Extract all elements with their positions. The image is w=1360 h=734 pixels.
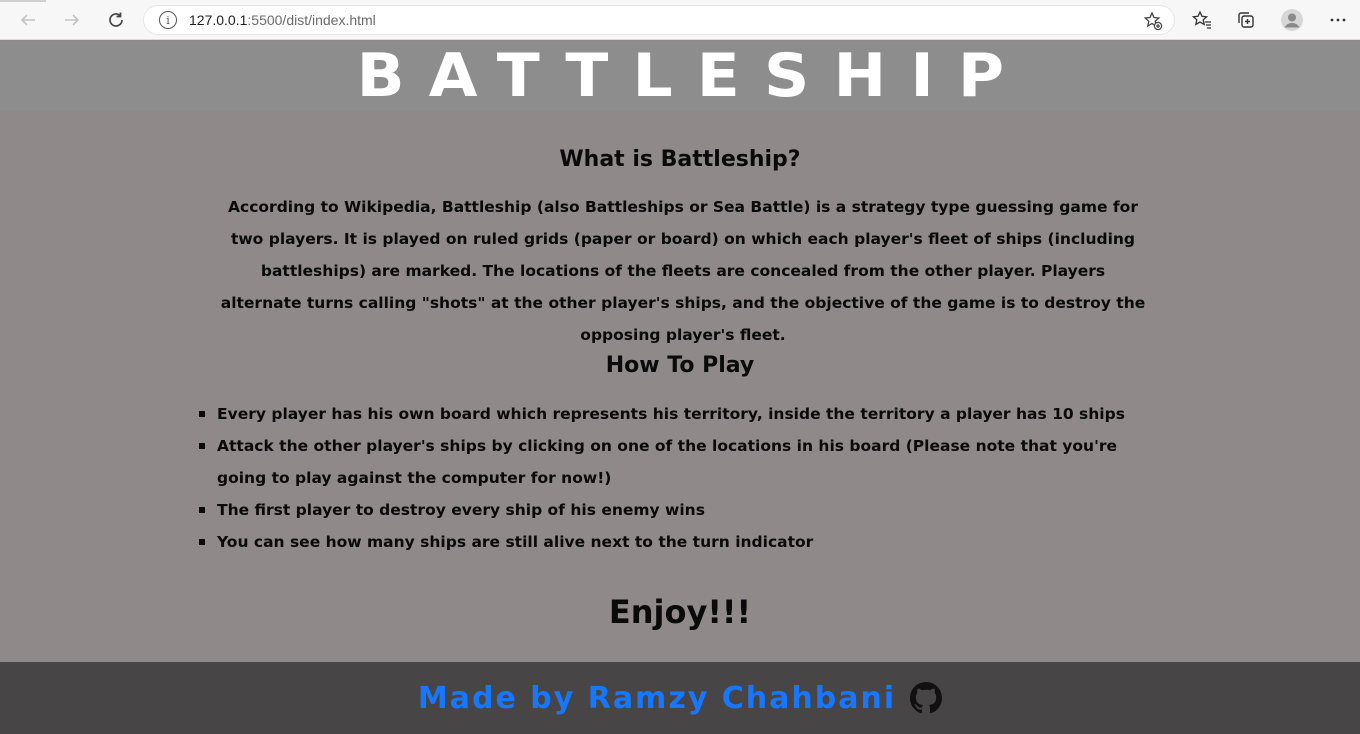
enjoy-heading: Enjoy!!! <box>608 593 752 631</box>
forward-button[interactable] <box>50 0 94 40</box>
more-button[interactable] <box>1316 0 1360 40</box>
favorites-button[interactable] <box>1180 0 1224 40</box>
main-content: What is Battleship? According to Wikiped… <box>0 111 1360 662</box>
author-credit: Made by Ramzy Chahbani <box>417 680 897 716</box>
url-text[interactable]: 127.0.0.1:5500/dist/index.html <box>189 12 376 28</box>
bullet <box>199 411 205 417</box>
back-button[interactable] <box>6 0 50 40</box>
url-host: 127.0.0.1 <box>189 12 248 28</box>
intro-paragraph: According to Wikipedia, Battleship (also… <box>220 198 1146 344</box>
forward-arrow-icon <box>65 13 80 26</box>
github-link[interactable] <box>910 682 943 714</box>
rules-list: Every player has his own board which rep… <box>199 398 1159 558</box>
collections-button[interactable] <box>1224 0 1268 40</box>
profile-icon <box>1281 9 1303 31</box>
rule-text: Every player has his own board which rep… <box>217 405 1125 423</box>
profile-button[interactable] <box>1270 0 1314 40</box>
collections-icon <box>1238 12 1254 28</box>
reload-button[interactable] <box>94 0 138 40</box>
list-item: You can see how many ships are still ali… <box>199 526 1159 558</box>
browser-toolbar: i 127.0.0.1:5500/dist/index.html <box>0 0 1360 40</box>
rule-text: You can see how many ships are still ali… <box>217 533 814 551</box>
what-is-heading: What is Battleship? <box>559 147 801 172</box>
list-item: Every player has his own board which rep… <box>199 398 1159 430</box>
add-favorite-button[interactable] <box>1142 10 1164 32</box>
add-favorite-icon <box>1143 11 1163 31</box>
how-to-play-heading: How To Play <box>605 353 755 378</box>
favorites-icon <box>1192 10 1211 29</box>
url-path: :5500/dist/index.html <box>247 12 376 28</box>
bullet <box>199 507 205 513</box>
site-header: BATTLESHIP <box>0 41 1360 111</box>
info-icon[interactable]: i <box>159 11 177 29</box>
github-icon <box>910 682 943 714</box>
address-bar[interactable]: i 127.0.0.1:5500/dist/index.html <box>143 5 1175 35</box>
back-arrow-icon <box>20 13 35 26</box>
list-item: The first player to destroy every ship o… <box>199 494 1159 526</box>
rule-text: The first player to destroy every ship o… <box>217 501 705 519</box>
rule-text: Attack the other player's ships by click… <box>217 437 1117 487</box>
list-item: Attack the other player's ships by click… <box>199 430 1159 494</box>
site-title: BATTLESHIP <box>356 41 1028 111</box>
site-footer: Made by Ramzy Chahbani <box>0 662 1360 734</box>
bullet <box>199 539 205 545</box>
more-icon <box>1330 18 1346 22</box>
bullet <box>199 443 205 449</box>
reload-icon <box>109 12 123 27</box>
